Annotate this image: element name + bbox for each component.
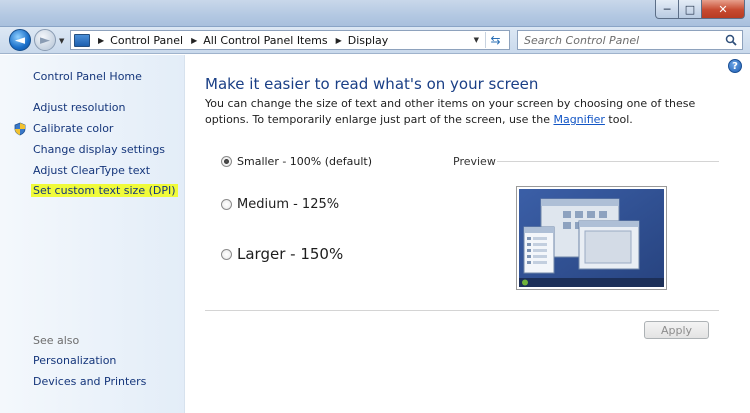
refresh-icon[interactable]: ⇆ [485,32,505,48]
help-icon[interactable]: ? [728,59,742,73]
sidebar-item-adjust-resolution[interactable]: Adjust resolution [33,101,126,114]
option-medium[interactable]: Medium - 125% [221,197,339,212]
recent-pages-dropdown[interactable]: ▼ [59,37,64,45]
back-button[interactable]: ◄ [9,29,31,51]
search-input[interactable]: Search Control Panel [517,30,743,50]
radio-button[interactable] [221,199,232,210]
radio-button[interactable] [221,248,232,260]
breadcrumb-control-panel[interactable]: Control Panel [110,34,183,47]
preview-label: Preview [453,155,496,168]
content-divider [205,310,719,311]
close-button[interactable]: ✕ [701,0,745,19]
control-panel-icon [74,33,90,47]
forward-button[interactable]: ► [34,29,56,51]
navigation-bar: ◄ ► ▼ ▶ Control Panel ▶ All Control Pane… [0,27,750,54]
search-placeholder: Search Control Panel [524,33,640,47]
sidebar-item-control-panel-home[interactable]: Control Panel Home [33,70,142,83]
option-larger[interactable]: Larger - 150% [221,245,343,263]
chevron-right-icon[interactable]: ▶ [191,36,197,45]
address-dropdown-icon[interactable]: ▼ [474,36,479,44]
sidebar-item-custom-text-size[interactable]: Set custom text size (DPI) [31,184,178,197]
breadcrumb-all-items[interactable]: All Control Panel Items [203,34,327,47]
minimize-button[interactable]: ─ [655,0,679,19]
shield-icon [13,122,27,136]
chevron-right-icon[interactable]: ▶ [98,36,104,45]
option-smaller[interactable]: Smaller - 100% (default) [221,155,372,168]
preview-divider [497,161,719,162]
apply-button[interactable]: Apply [644,321,709,339]
sidebar-item-devices-and-printers[interactable]: Devices and Printers [33,375,146,388]
breadcrumb-display[interactable]: Display [348,34,389,47]
description-text-end: tool. [604,113,633,126]
option-label: Medium - 125% [237,197,340,212]
search-icon[interactable] [723,34,739,46]
sidebar-item-change-display-settings[interactable]: Change display settings [33,143,165,156]
sidebar-item-calibrate-color[interactable]: Calibrate color [33,122,113,135]
maximize-button[interactable]: □ [678,0,702,19]
page-title: Make it easier to read what's on your sc… [205,75,539,93]
address-box[interactable]: ▶ Control Panel ▶ All Control Panel Item… [70,30,510,50]
see-also-heading: See also [33,334,80,347]
chevron-right-icon[interactable]: ▶ [336,36,342,45]
radio-button[interactable] [221,156,232,167]
window-titlebar: ─ □ ✕ [0,0,750,27]
option-label: Smaller - 100% (default) [237,155,373,168]
sidebar-item-personalization[interactable]: Personalization [33,354,116,367]
preview-image [516,186,667,290]
sidebar-item-adjust-cleartype[interactable]: Adjust ClearType text [33,164,150,177]
sidebar: Control Panel Home Adjust resolution Cal… [0,55,185,413]
page-description: You can change the size of text and othe… [205,96,725,128]
magnifier-link[interactable]: Magnifier [553,113,604,126]
option-label: Larger - 150% [237,245,344,263]
